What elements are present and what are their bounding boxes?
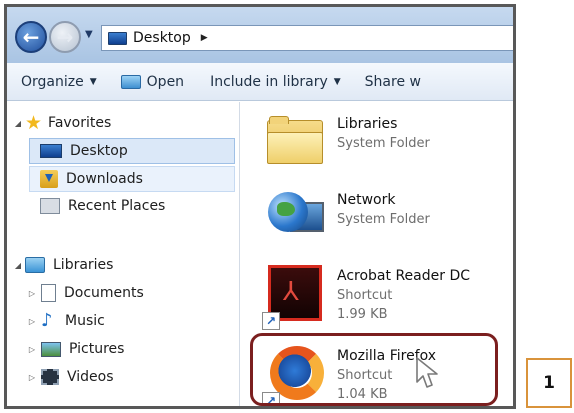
- file-size: 1.99 KB: [337, 307, 388, 322]
- file-item-network[interactable]: Network System Folder: [264, 186, 513, 256]
- share-with-button[interactable]: Share w: [365, 74, 421, 90]
- file-item-acrobat-reader[interactable]: ⅄ ↗ Acrobat Reader DC Shortcut 1.99 KB: [262, 262, 513, 332]
- music-note-icon: ♪: [41, 310, 53, 331]
- file-type: Shortcut: [337, 288, 393, 303]
- organize-label: Organize: [21, 73, 84, 90]
- expand-triangle-icon[interactable]: ▷: [25, 317, 39, 326]
- mouse-cursor-icon: [416, 357, 438, 388]
- address-bar[interactable]: Desktop ▶: [101, 25, 513, 51]
- file-name: Network: [337, 192, 396, 208]
- recent-pages-dropdown-icon[interactable]: ▼: [85, 29, 93, 40]
- file-name: Acrobat Reader DC: [337, 268, 470, 284]
- nav-item-desktop[interactable]: Desktop: [29, 138, 235, 164]
- open-label: Open: [146, 73, 185, 90]
- desktop-icon: [108, 31, 127, 45]
- command-toolbar: Organize ▼ Open Include in library ▼ Sha…: [7, 63, 513, 101]
- nav-documents-label: Documents: [64, 285, 144, 301]
- nav-item-videos[interactable]: ▷ Videos: [25, 364, 114, 390]
- nav-pictures-label: Pictures: [69, 341, 125, 357]
- address-row: ← → ▼ Desktop ▶: [7, 7, 513, 63]
- documents-icon: [41, 284, 56, 302]
- highlight-box: [250, 333, 498, 406]
- libraries-icon: [25, 257, 45, 273]
- videos-icon: [41, 369, 59, 385]
- nav-videos-label: Videos: [67, 369, 114, 385]
- address-location[interactable]: Desktop: [133, 30, 191, 46]
- folder-icon: [267, 116, 323, 164]
- organize-button[interactable]: Organize ▼: [21, 74, 97, 90]
- file-name: Libraries: [337, 116, 398, 132]
- breadcrumb-chevron-icon[interactable]: ▶: [201, 33, 208, 43]
- open-button[interactable]: Open: [120, 73, 185, 90]
- file-type: System Folder: [337, 212, 430, 227]
- dropdown-arrow-icon: ▼: [89, 76, 97, 87]
- nav-item-pictures[interactable]: ▷ Pictures: [25, 336, 125, 362]
- share-with-label: Share w: [364, 73, 421, 90]
- nav-music-label: Music: [65, 313, 105, 329]
- recent-places-icon: [40, 198, 60, 214]
- forward-arrow-icon: →: [56, 25, 74, 49]
- shortcut-arrow-icon: ↗: [262, 312, 280, 330]
- include-in-library-label: Include in library: [210, 73, 328, 90]
- expand-triangle-icon[interactable]: ▷: [25, 345, 39, 354]
- star-icon: ★: [25, 111, 43, 134]
- nav-favorites-label: Favorites: [48, 115, 112, 131]
- nav-libraries[interactable]: ◢ Libraries: [11, 252, 113, 278]
- include-in-library-button[interactable]: Include in library ▼: [210, 74, 341, 90]
- desktop-icon: [40, 144, 62, 158]
- collapse-triangle-icon[interactable]: ◢: [11, 261, 25, 270]
- collapse-triangle-icon[interactable]: ◢: [11, 119, 25, 128]
- dropdown-arrow-icon: ▼: [333, 76, 341, 87]
- expand-triangle-icon[interactable]: ▷: [25, 289, 39, 298]
- nav-recent-places-label: Recent Places: [68, 198, 166, 214]
- step-number-badge: 1: [526, 358, 572, 408]
- nav-desktop-label: Desktop: [70, 143, 128, 159]
- nav-item-downloads[interactable]: Downloads: [29, 166, 235, 192]
- navigation-pane: ◢ ★ Favorites Desktop Downloads Recent P…: [7, 102, 239, 406]
- file-item-libraries[interactable]: Libraries System Folder: [264, 110, 513, 180]
- forward-button[interactable]: →: [49, 21, 81, 53]
- back-arrow-icon: ←: [22, 25, 40, 49]
- nav-item-music[interactable]: ▷ ♪ Music: [25, 308, 105, 334]
- pictures-icon: [41, 341, 61, 357]
- expand-triangle-icon[interactable]: ▷: [25, 373, 39, 382]
- open-folder-icon: [120, 74, 141, 89]
- network-globe-icon: [268, 190, 326, 248]
- back-button[interactable]: ←: [15, 21, 47, 53]
- nav-downloads-label: Downloads: [66, 171, 143, 187]
- nav-item-documents[interactable]: ▷ Documents: [25, 280, 144, 306]
- file-type: System Folder: [337, 136, 430, 151]
- downloads-folder-icon: [40, 170, 58, 188]
- nav-favorites[interactable]: ◢ ★ Favorites: [11, 110, 231, 136]
- nav-item-recent-places[interactable]: Recent Places: [40, 193, 165, 219]
- nav-libraries-label: Libraries: [53, 257, 114, 273]
